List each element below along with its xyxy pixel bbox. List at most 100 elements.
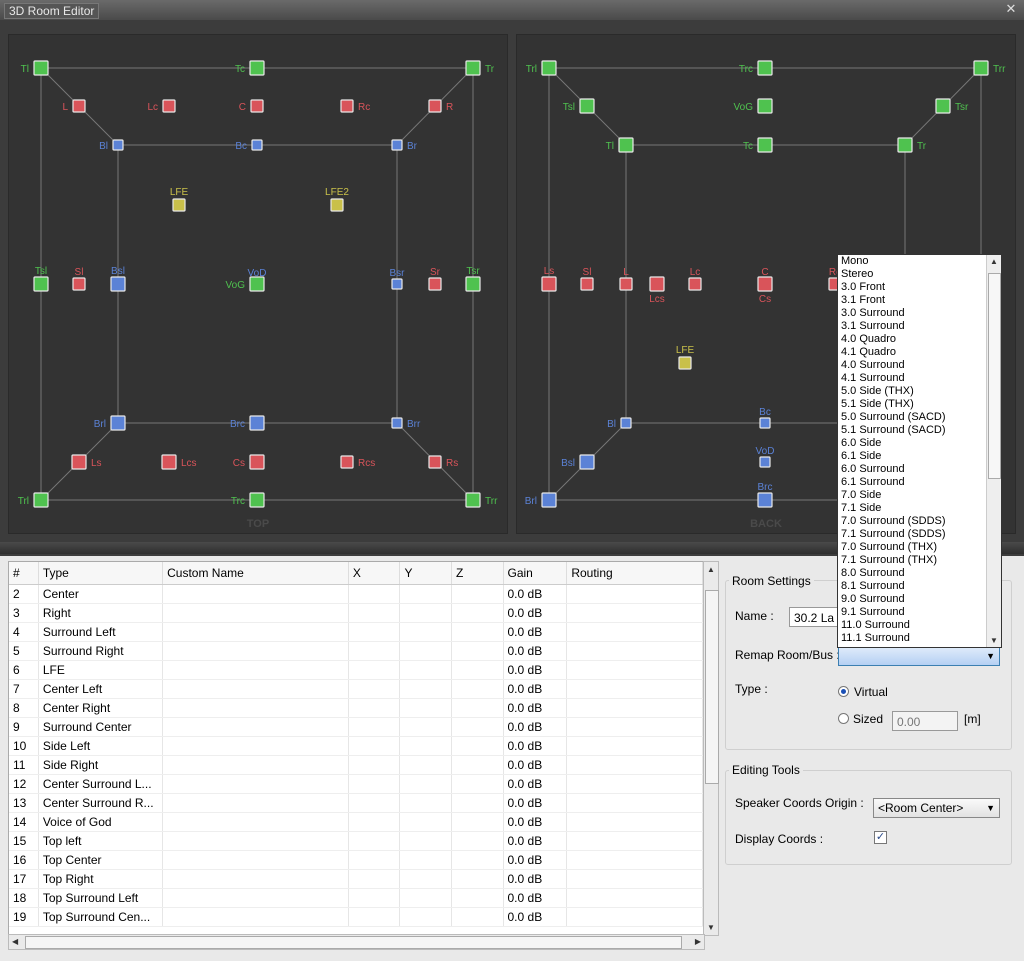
table-cell[interactable]	[162, 888, 349, 908]
table-cell[interactable]: 14	[9, 812, 39, 832]
table-cell[interactable]	[162, 755, 349, 775]
table-cell[interactable]	[348, 869, 401, 889]
table-cell[interactable]	[348, 660, 401, 680]
table-row[interactable]: 2 Center 0.0 dB	[9, 584, 703, 604]
table-cell[interactable]	[399, 774, 453, 794]
table-cell[interactable]	[348, 831, 401, 851]
table-row[interactable]: 15 Top left 0.0 dB	[9, 831, 703, 851]
dropdown-option[interactable]: Mono	[838, 255, 1001, 268]
table-cell[interactable]	[451, 717, 504, 737]
table-cell[interactable]	[451, 679, 504, 699]
dropdown-option[interactable]: 7.1 Surround (THX)	[838, 554, 1001, 567]
dropdown-option[interactable]: 6.1 Side	[838, 450, 1001, 463]
table-cell[interactable]	[348, 679, 401, 699]
table-cell[interactable]: Top Surround Left	[38, 888, 164, 908]
table-cell[interactable]: 0.0 dB	[503, 584, 568, 604]
table-cell[interactable]: 16	[9, 850, 39, 870]
table-cell[interactable]	[162, 660, 349, 680]
table-cell[interactable]	[399, 793, 453, 813]
column-header[interactable]: Type	[38, 562, 164, 585]
display-coords-checkbox[interactable]: ✓	[874, 831, 887, 844]
table-cell[interactable]	[162, 869, 349, 889]
column-header[interactable]: Z	[451, 562, 504, 585]
table-cell[interactable]: Surround Left	[38, 622, 164, 642]
scroll-up-icon[interactable]: ▲	[707, 565, 715, 574]
table-cell[interactable]: 10	[9, 736, 39, 756]
speaker-vod[interactable]	[759, 456, 771, 468]
speaker-cs[interactable]	[757, 276, 773, 292]
scrollbar-thumb[interactable]	[25, 936, 682, 949]
speaker-sr[interactable]	[428, 277, 442, 291]
table-cell[interactable]	[348, 641, 401, 661]
table-cell[interactable]: 6	[9, 660, 39, 680]
table-cell[interactable]: Voice of God	[38, 812, 164, 832]
speaker-l[interactable]	[619, 277, 633, 291]
speaker-r[interactable]	[428, 99, 442, 113]
table-cell[interactable]	[348, 888, 401, 908]
table-cell[interactable]	[566, 869, 703, 889]
speaker-trc[interactable]	[249, 492, 265, 508]
table-cell[interactable]	[451, 812, 504, 832]
table-cell[interactable]	[348, 603, 401, 623]
table-cell[interactable]	[566, 679, 703, 699]
table-cell[interactable]	[348, 698, 401, 718]
table-cell[interactable]	[399, 831, 453, 851]
table-cell[interactable]: 0.0 dB	[503, 603, 568, 623]
dropdown-option[interactable]: 9.1 Surround	[838, 606, 1001, 619]
speaker-trl[interactable]	[33, 492, 49, 508]
speaker-brl[interactable]	[110, 415, 126, 431]
remap-dropdown-list[interactable]: Mono Stereo 3.0 Front 3.1 Front 3.0 Surround…	[837, 254, 1002, 648]
table-cell[interactable]	[162, 717, 349, 737]
table-cell[interactable]: 4	[9, 622, 39, 642]
table-cell[interactable]	[348, 793, 401, 813]
dropdown-option[interactable]: 7.0 Side	[838, 489, 1001, 502]
column-header[interactable]: Routing	[566, 562, 703, 585]
speaker-brc[interactable]	[249, 415, 265, 431]
dropdown-option[interactable]: 5.1 Side (THX)	[838, 398, 1001, 411]
table-cell[interactable]	[451, 888, 504, 908]
table-cell[interactable]: 0.0 dB	[503, 641, 568, 661]
table-cell[interactable]: 15	[9, 831, 39, 851]
dropdown-option[interactable]: 9.0 Surround	[838, 593, 1001, 606]
table-cell[interactable]	[162, 850, 349, 870]
table-cell[interactable]: Center	[38, 584, 164, 604]
table-row[interactable]: 12 Center Surround L... 0.0 dB	[9, 774, 703, 794]
speaker-rcs[interactable]	[340, 455, 354, 469]
table-row[interactable]: 7 Center Left 0.0 dB	[9, 679, 703, 699]
table-cell[interactable]	[451, 736, 504, 756]
table-cell[interactable]: 0.0 dB	[503, 622, 568, 642]
dropdown-option[interactable]: 8.1 Surround	[838, 580, 1001, 593]
top-view-canvas[interactable]: Tl Tc TrL Lc C Rc RBl Bc BrLFE LFE2Tsl Sl Bsl VoDVoG…	[9, 35, 507, 533]
column-header[interactable]: X	[348, 562, 401, 585]
speaker-vog[interactable]	[249, 276, 265, 292]
dropdown-option[interactable]: 3.1 Front	[838, 294, 1001, 307]
table-cell[interactable]	[399, 622, 453, 642]
table-cell[interactable]: Surround Right	[38, 641, 164, 661]
top-view-panel[interactable]: Tl Tc Tr L Lc C Rc R Bl Bc Br LFE LFE2 Tsl Sl Bsl VoD VoG…	[8, 34, 508, 534]
speaker-c[interactable]	[250, 99, 264, 113]
table-cell[interactable]: 19	[9, 907, 39, 927]
dropdown-option[interactable]: 3.1 Surround	[838, 320, 1001, 333]
dropdown-option[interactable]: 3.0 Front	[838, 281, 1001, 294]
dropdown-option[interactable]: 7.0 Surround (SDDS)	[838, 515, 1001, 528]
speaker-lfe2[interactable]	[330, 198, 344, 212]
table-cell[interactable]	[451, 774, 504, 794]
table-cell[interactable]: 0.0 dB	[503, 831, 568, 851]
table-cell[interactable]	[566, 774, 703, 794]
speaker-lfe[interactable]	[678, 356, 692, 370]
table-cell[interactable]	[451, 660, 504, 680]
table-cell[interactable]: 13	[9, 793, 39, 813]
table-cell[interactable]: Center Surround L...	[38, 774, 164, 794]
scroll-down-icon[interactable]: ▼	[707, 923, 715, 932]
table-cell[interactable]: 0.0 dB	[503, 698, 568, 718]
table-row[interactable]: 9 Surround Center 0.0 dB	[9, 717, 703, 737]
dropdown-option[interactable]: 6.1 Surround	[838, 476, 1001, 489]
table-cell[interactable]	[162, 603, 349, 623]
table-horizontal-scrollbar[interactable]: ◀ ▶	[8, 934, 705, 950]
table-cell[interactable]: 8	[9, 698, 39, 718]
speaker-bl[interactable]	[620, 417, 632, 429]
remap-room-combo[interactable]: ▼	[838, 646, 1000, 666]
dropdown-option[interactable]: Stereo	[838, 268, 1001, 281]
table-cell[interactable]	[451, 755, 504, 775]
dropdown-option[interactable]: 5.1 Surround (SACD)	[838, 424, 1001, 437]
